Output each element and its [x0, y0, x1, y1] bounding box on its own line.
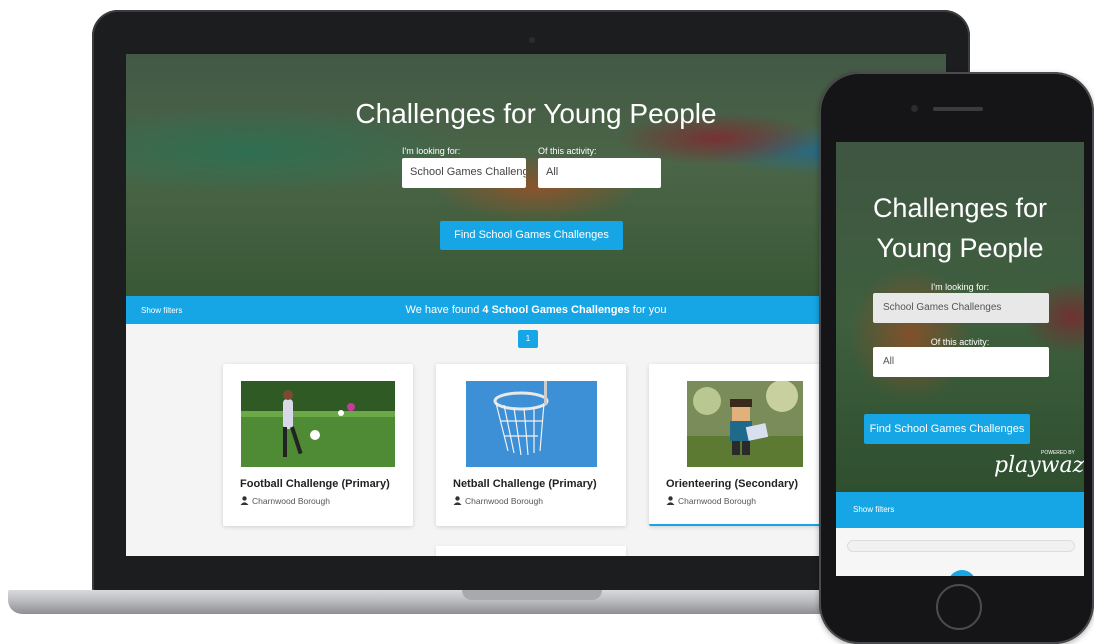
card-location-text: Charnwood Borough [678, 496, 756, 506]
phone-scroll-indicator [948, 570, 976, 576]
results-prefix: We have found [405, 304, 483, 316]
phone-search-bar[interactable] [847, 540, 1075, 552]
page-title: Challenges for Young People [355, 98, 717, 129]
hero-banner: Challenges for Young People I'm looking … [126, 54, 946, 296]
activity-label: Of this activity: [538, 146, 597, 156]
card-location: Charnwood Borough [453, 496, 543, 506]
phone-looking-for-select[interactable]: School Games Challenges [873, 293, 1049, 323]
activity-select[interactable]: All [538, 158, 661, 188]
phone-page-title: Challenges for Young People [872, 193, 1048, 263]
phone-show-filters-link[interactable]: Show filters [853, 505, 894, 514]
phone-hero-banner: Challenges for Young People I'm looking … [836, 142, 1084, 492]
card-location-text: Charnwood Borough [465, 496, 543, 506]
football-image [241, 381, 395, 467]
laptop-notch [462, 590, 602, 600]
phone-activity-select[interactable]: All [873, 347, 1049, 377]
card-location-text: Charnwood Borough [252, 496, 330, 506]
netball-image [466, 381, 597, 467]
card-title: Orienteering (Secondary) [666, 478, 799, 490]
phone-activity-label: Of this activity: [930, 337, 990, 347]
device-mockup-stage: Challenges for Young People I'm looking … [0, 0, 1094, 644]
phone-find-challenges-button[interactable]: Find School Games Challenges [864, 414, 1030, 444]
results-suffix: for you [629, 304, 667, 316]
phone-filter-bar: Show filters [836, 492, 1084, 528]
results-count: 4 School Games Challenges [482, 304, 630, 316]
challenge-card-partial[interactable] [436, 546, 626, 556]
challenge-card-netball[interactable]: Netball Challenge (Primary) Charnwood Bo… [436, 364, 626, 526]
card-title: Netball Challenge (Primary) [453, 478, 597, 490]
challenge-card-football[interactable]: Football Challenge (Primary) Charnwood B… [223, 364, 413, 526]
card-title: Football Challenge (Primary) [240, 478, 390, 490]
find-challenges-button[interactable]: Find School Games Challenges [440, 221, 623, 250]
looking-for-label: I'm looking for: [402, 146, 461, 156]
user-icon [666, 496, 675, 505]
user-icon [453, 496, 462, 505]
laptop-camera [529, 37, 535, 43]
user-icon [240, 496, 249, 505]
looking-for-select[interactable]: School Games Challeng [402, 158, 526, 188]
orienteering-image [687, 381, 803, 467]
card-location: Charnwood Borough [240, 496, 330, 506]
challenge-card-orienteering[interactable]: Orienteering (Secondary) Charnwood Borou… [649, 364, 839, 526]
phone-screen: Challenges for Young People I'm looking … [836, 142, 1084, 576]
playwaze-logo: playwaze [994, 453, 1084, 478]
page-1-button[interactable]: 1 [518, 330, 538, 348]
card-location: Charnwood Borough [666, 496, 756, 506]
phone-frame: Challenges for Young People I'm looking … [819, 72, 1094, 644]
phone-home-button[interactable] [936, 584, 982, 630]
phone-looking-for-label: I'm looking for: [930, 282, 990, 292]
